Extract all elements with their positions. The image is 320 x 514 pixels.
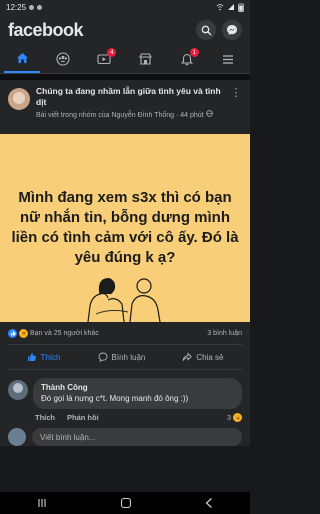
notification-dot-icon — [29, 4, 35, 10]
share-icon — [182, 352, 193, 361]
marketplace-icon — [139, 53, 152, 65]
tab-notifications[interactable]: 1 — [169, 45, 205, 73]
post-time: 44 phút — [180, 112, 204, 119]
comment-icon — [98, 352, 107, 362]
tab-home[interactable] — [4, 45, 40, 73]
comment-button[interactable]: Bình luận — [98, 352, 146, 362]
comment-composer: Viết bình luận... — [0, 422, 250, 446]
home-button-icon[interactable] — [120, 497, 132, 509]
share-button[interactable]: Chia sẻ — [182, 352, 223, 362]
search-button[interactable] — [196, 20, 216, 40]
app-header: facebook — [0, 14, 250, 46]
group-avatar[interactable] — [8, 88, 30, 110]
thumbs-up-icon — [27, 353, 36, 361]
home-icon — [16, 53, 28, 63]
status-icons — [216, 3, 244, 12]
messenger-icon — [227, 25, 237, 35]
like-label: Thích — [40, 352, 61, 362]
post-group-name[interactable]: Chúng ta đang nhầm lẫn giữa tình yêu và … — [36, 86, 224, 108]
tab-menu[interactable] — [210, 45, 246, 73]
comment-reply-button[interactable]: Phản hồi — [67, 413, 99, 422]
watch-badge: 4 — [107, 48, 117, 57]
like-button[interactable]: Thích — [27, 352, 61, 362]
haha-reaction-icon — [19, 328, 28, 338]
tab-marketplace[interactable] — [128, 45, 164, 73]
menu-icon — [222, 54, 233, 64]
comment-actions: Thích Phản hồi 3 — [0, 409, 250, 422]
more-options-button[interactable]: ⋮ — [230, 86, 242, 128]
feed-post: Chúng ta đang nhầm lẫn giữa tình yêu và … — [0, 80, 250, 446]
status-time: 12:25 — [6, 2, 27, 12]
comment-reactions[interactable]: 3 — [227, 413, 242, 422]
my-avatar — [8, 428, 26, 446]
comment-bubble[interactable]: Thành Công Đó gọi là nưng c*t. Mong manh… — [33, 378, 242, 409]
couple-sketch-icon — [87, 277, 161, 322]
groups-icon — [56, 52, 70, 66]
messenger-button[interactable] — [222, 20, 242, 40]
main-nav: 4 1 — [0, 46, 250, 74]
post-actions: Thích Bình luận Chia sẻ — [8, 344, 242, 370]
comment: Thành Công Đó gọi là nưng c*t. Mong manh… — [0, 370, 250, 409]
battery-icon — [238, 3, 244, 12]
post-image[interactable]: Mình đang xem s3x thì có bạn nữ nhắn tin… — [0, 134, 250, 322]
recent-apps-icon[interactable] — [36, 498, 48, 508]
comment-input[interactable]: Viết bình luận... — [32, 428, 242, 446]
commenter-avatar[interactable] — [8, 380, 28, 400]
search-icon — [201, 25, 211, 35]
comment-text: Đó gọi là nưng c*t. Mong manh đó ông :)) — [41, 394, 189, 403]
post-author-line[interactable]: Bài viết trong nhóm của Nguyễn Đình Thốn… — [36, 112, 174, 119]
haha-reaction-icon — [233, 413, 242, 422]
signal-icon — [228, 4, 234, 10]
share-label: Chia sẻ — [196, 352, 224, 362]
back-icon[interactable] — [204, 497, 214, 509]
comment-react-count: 3 — [226, 413, 231, 422]
tab-groups[interactable] — [45, 45, 81, 73]
tab-watch[interactable]: 4 — [86, 45, 122, 73]
wifi-icon — [216, 4, 224, 11]
like-reaction-icon — [8, 328, 17, 338]
comment-label: Bình luận — [111, 352, 146, 362]
post-image-text: Mình đang xem s3x thì có bạn nữ nhắn tin… — [11, 189, 239, 266]
system-navigation-bar — [0, 492, 250, 514]
facebook-logo: facebook — [8, 19, 84, 40]
globe-icon — [205, 110, 213, 117]
status-bar: 12:25 — [0, 0, 250, 14]
notifications-badge: 1 — [189, 48, 199, 57]
notification-dot-icon — [37, 4, 43, 10]
screen: 12:25 facebook 4 1 Chúng ta đang nhầm lẫ… — [0, 0, 250, 514]
comments-count[interactable]: 3 bình luận — [207, 330, 242, 337]
post-subtitle: Bài viết trong nhóm của Nguyễn Đình Thốn… — [36, 110, 224, 121]
reactions-text: Bạn và 25 người khác — [30, 329, 99, 337]
post-header: Chúng ta đang nhầm lẫn giữa tình yêu và … — [0, 80, 250, 134]
reactions-summary[interactable]: Bạn và 25 người khác 3 bình luận — [0, 322, 250, 344]
commenter-name[interactable]: Thành Công — [41, 383, 234, 392]
comment-like-button[interactable]: Thích — [35, 413, 55, 422]
